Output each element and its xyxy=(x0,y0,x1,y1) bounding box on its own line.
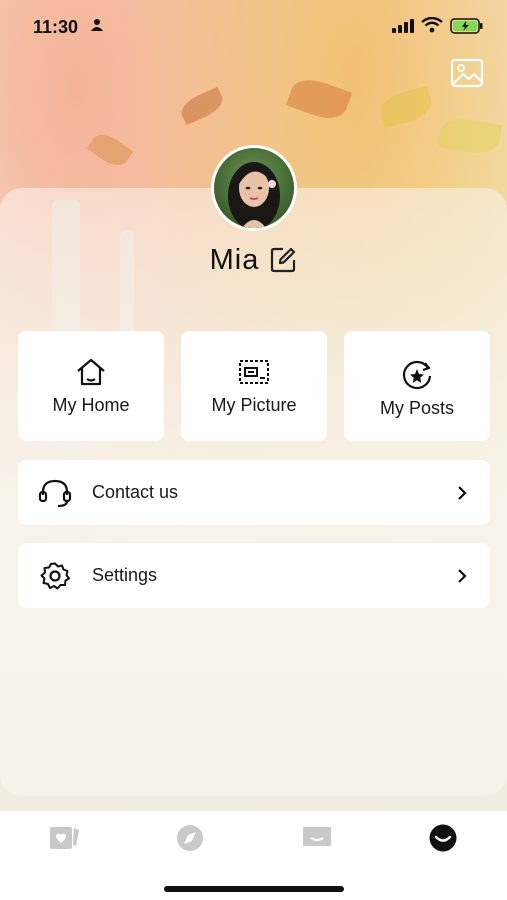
message-tab-icon[interactable] xyxy=(299,824,335,852)
avatar[interactable] xyxy=(201,145,307,231)
home-indicator xyxy=(164,886,344,892)
contact-us-row[interactable]: Contact us xyxy=(18,460,490,525)
my-picture-tile[interactable]: My Picture xyxy=(181,331,327,441)
gear-icon xyxy=(40,562,70,589)
star-refresh-icon xyxy=(402,360,432,389)
username: Mia xyxy=(209,243,260,276)
cards-tab-icon[interactable] xyxy=(46,824,82,852)
cellular-signal-icon xyxy=(392,19,414,33)
status-bar: 11:30 xyxy=(0,0,507,54)
contact-us-label: Contact us xyxy=(92,482,179,502)
username-row: Mia xyxy=(0,240,507,280)
person-status-icon xyxy=(91,19,103,31)
my-posts-tile[interactable]: My Posts xyxy=(344,331,490,441)
headset-icon xyxy=(38,479,72,507)
status-time: 11:30 xyxy=(33,17,79,37)
settings-row[interactable]: Settings xyxy=(18,543,490,608)
avatar-portrait xyxy=(228,162,280,228)
home-icon xyxy=(77,358,105,385)
my-home-label: My Home xyxy=(52,394,130,415)
picture-frame-icon xyxy=(239,359,269,384)
chevron-right-icon xyxy=(458,485,467,500)
change-background-icon[interactable] xyxy=(450,58,484,88)
wifi-icon xyxy=(421,17,443,33)
edit-name-icon[interactable] xyxy=(269,246,297,274)
chevron-right-icon xyxy=(458,568,467,583)
settings-label: Settings xyxy=(92,565,158,585)
my-picture-label: My Picture xyxy=(211,394,297,415)
my-home-tile[interactable]: My Home xyxy=(18,331,164,441)
my-posts-label: My Posts xyxy=(379,397,454,418)
profile-tab-icon[interactable] xyxy=(425,824,461,852)
battery-charging-icon xyxy=(450,18,483,34)
compass-tab-icon[interactable] xyxy=(172,824,208,852)
